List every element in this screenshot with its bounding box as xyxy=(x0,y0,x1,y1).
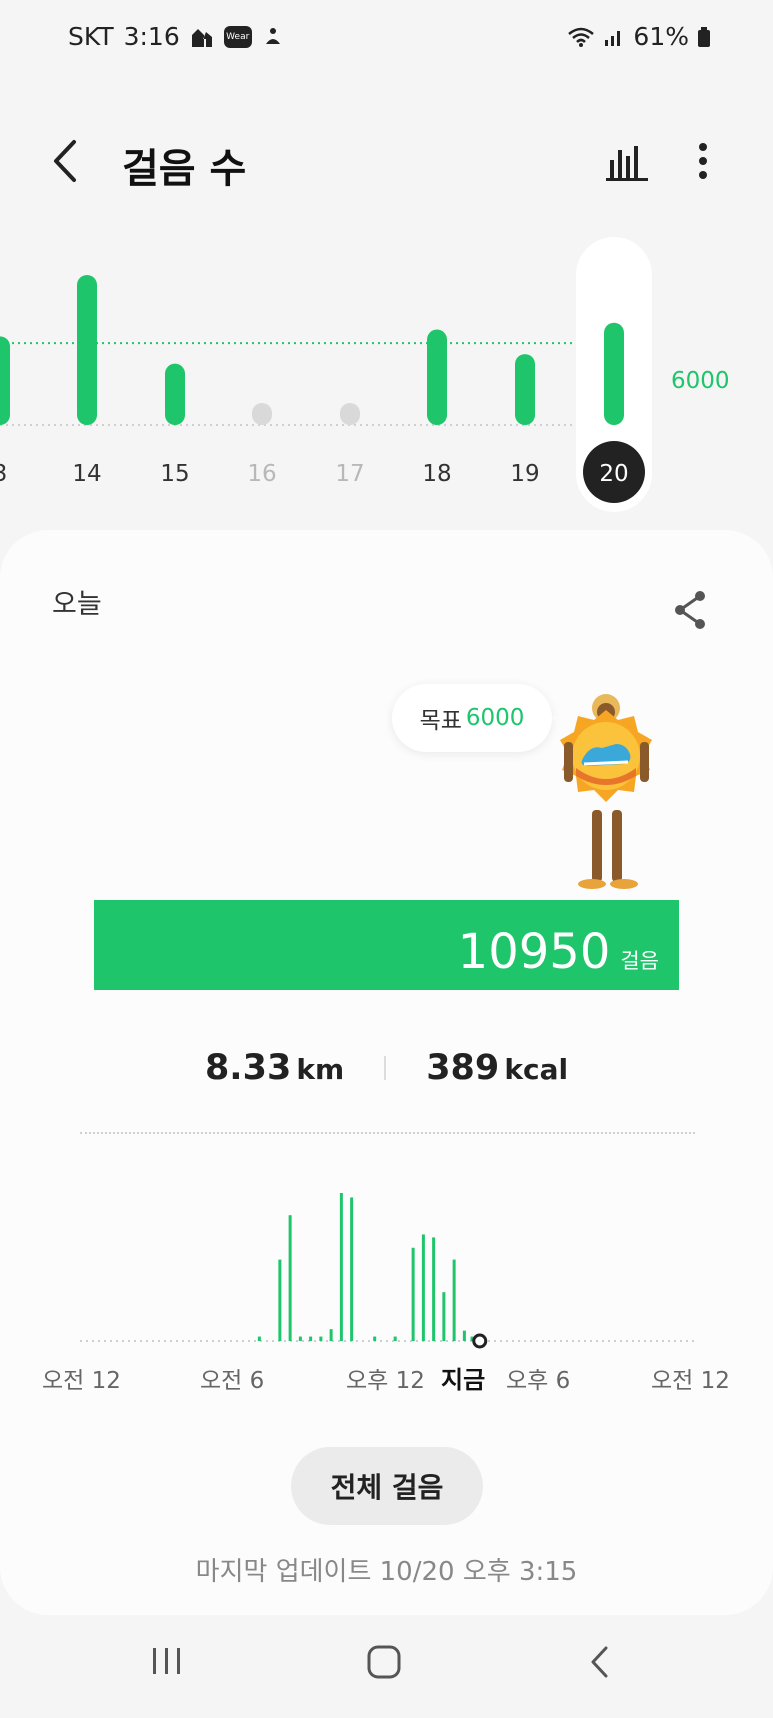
wear-icon: Wear xyxy=(223,25,252,48)
stats-divider xyxy=(384,1056,387,1080)
status-bar-left: SKT 3:16 Wear xyxy=(68,22,284,51)
today-label: 오늘 xyxy=(52,589,102,620)
weekly-day-label-14[interactable]: 14 xyxy=(72,461,101,487)
stats-row: 8.33 km 389 kcal xyxy=(0,1048,773,1088)
weekly-day-label-19[interactable]: 19 xyxy=(510,461,539,487)
weekly-bar-14[interactable] xyxy=(77,275,97,425)
x-axis-label-6am: 오전 6 xyxy=(200,1368,265,1394)
x-axis-label-end: 오전 12 xyxy=(651,1368,730,1394)
now-marker xyxy=(472,1333,488,1349)
weekly-bar-3[interactable] xyxy=(0,336,10,425)
weekly-bar-18[interactable] xyxy=(427,329,447,425)
home-icon[interactable] xyxy=(366,1644,402,1680)
activity-icon xyxy=(265,27,280,44)
weekly-goal-label: 6000 xyxy=(671,368,730,394)
more-options-icon[interactable] xyxy=(688,138,718,184)
weekly-day-label-17[interactable]: 17 xyxy=(335,461,364,487)
carrier-label: SKT xyxy=(68,22,114,51)
hourly-bar-3 xyxy=(298,1336,302,1341)
goal-prefix: 목표 xyxy=(419,708,462,734)
weekly-day-label-15[interactable]: 15 xyxy=(160,461,189,487)
hourly-bar-16 xyxy=(462,1330,466,1341)
hourly-steps-chart xyxy=(80,1193,695,1349)
x-axis-label-noon: 오후 12 xyxy=(346,1368,425,1394)
hourly-bar-10 xyxy=(393,1336,397,1341)
hourly-bar-1 xyxy=(278,1259,282,1341)
weekly-day-label-3[interactable]: 3 xyxy=(0,461,7,487)
hourly-bar-4 xyxy=(309,1336,313,1341)
signal-icon xyxy=(605,30,621,46)
trends-chart-icon[interactable] xyxy=(604,138,650,184)
hourly-bar-5 xyxy=(319,1336,323,1341)
back-button[interactable] xyxy=(46,136,86,186)
hourly-bar-9 xyxy=(373,1336,377,1341)
steps-unit: 걸음 xyxy=(620,949,659,973)
hourly-bar-0 xyxy=(257,1336,261,1341)
goal-bubble: 목표 6000 xyxy=(392,684,552,752)
x-axis-label-now: 지금 xyxy=(441,1366,486,1394)
weekly-bar-20[interactable] xyxy=(604,322,624,425)
hourly-bar-15 xyxy=(452,1259,456,1341)
step-goal-mascot-illustration xyxy=(560,694,652,889)
distance-unit: km xyxy=(296,1053,345,1086)
all-steps-button[interactable]: 전체 걸음 xyxy=(291,1447,483,1525)
wifi-icon xyxy=(568,27,595,47)
home-notification-icon xyxy=(191,28,212,47)
clock: 3:16 xyxy=(123,22,180,51)
calories-stat: 389 kcal xyxy=(426,1048,568,1088)
daily-steps-progress-bar: 10950 걸음 xyxy=(94,900,679,990)
weekly-bar-17[interactable] xyxy=(340,403,360,425)
nav-back-icon[interactable] xyxy=(588,1644,612,1680)
recent-apps-icon[interactable] xyxy=(150,1646,184,1676)
hourly-bar-7 xyxy=(339,1193,343,1341)
goal-value: 6000 xyxy=(465,705,525,731)
distance-stat: 8.33 km xyxy=(205,1048,344,1088)
chart-top-divider xyxy=(80,1132,695,1134)
calories-value: 389 xyxy=(426,1048,500,1088)
x-axis-label-midnight: 오전 12 xyxy=(42,1368,121,1394)
status-bar-right: 61% xyxy=(567,22,711,51)
hourly-bar-8 xyxy=(350,1197,354,1341)
weekly-bar-15[interactable] xyxy=(165,363,185,425)
steps-count: 10950 xyxy=(457,924,611,980)
weekly-day-label-16[interactable]: 16 xyxy=(247,461,276,487)
hourly-bar-12 xyxy=(421,1234,425,1341)
weekly-bar-19[interactable] xyxy=(515,354,535,425)
hourly-bar-11 xyxy=(411,1247,415,1341)
page-title: 걸음 수 xyxy=(122,146,247,192)
wear-badge-label: Wear xyxy=(226,31,250,42)
hourly-bar-13 xyxy=(432,1237,436,1341)
weekly-day-label-18[interactable]: 18 xyxy=(422,461,451,487)
calories-unit: kcal xyxy=(504,1053,569,1086)
hourly-bar-14 xyxy=(442,1292,446,1341)
weekly-day-label-20[interactable]: 20 xyxy=(599,461,628,487)
battery-percent: 61% xyxy=(633,22,689,51)
distance-value: 8.33 xyxy=(204,1048,292,1088)
share-icon[interactable] xyxy=(670,588,710,632)
x-axis-label-6pm: 오후 6 xyxy=(506,1368,571,1394)
hourly-bar-2 xyxy=(288,1215,292,1341)
last-updated-text: 마지막 업데이트 10/20 오후 3:15 xyxy=(195,1557,578,1587)
hourly-bar-6 xyxy=(329,1329,333,1341)
battery-icon xyxy=(698,26,710,47)
weekly-bar-16[interactable] xyxy=(252,403,272,425)
weekly-steps-chart[interactable]: 3 14 15 16 17 18 19 20 xyxy=(0,230,773,520)
